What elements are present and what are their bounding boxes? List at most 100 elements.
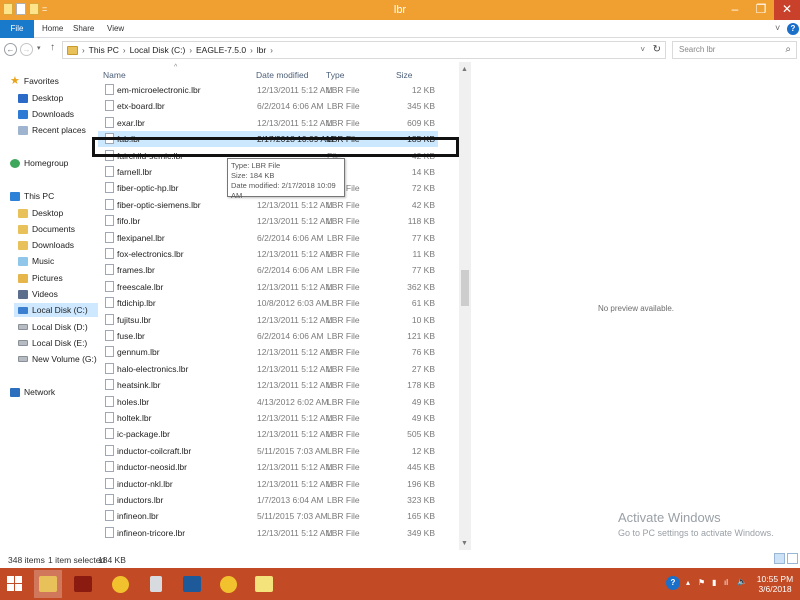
- file-row[interactable]: frames.lbr 6/2/2014 6:06 AM LBR File 77 KB: [98, 262, 438, 278]
- breadcrumb-separator[interactable]: ›: [270, 46, 273, 55]
- sidebar-item-this-pc[interactable]: This PC: [10, 189, 54, 203]
- sidebar-item-documents[interactable]: Documents: [18, 222, 75, 236]
- file-row[interactable]: freescale.lbr 12/13/2011 5:12 AM LBR File 3…: [98, 279, 438, 295]
- window-title: lbr: [393, 4, 407, 16]
- sidebar-item-network[interactable]: Network: [10, 385, 55, 399]
- file-row[interactable]: halo-electronics.lbr 12/13/2011 5:12 AM LB…: [98, 361, 438, 377]
- close-button[interactable]: ✕: [774, 0, 800, 20]
- breadcrumb-separator[interactable]: ›: [250, 46, 253, 55]
- recent-locations-icon[interactable]: ▾: [37, 44, 41, 52]
- file-row[interactable]: infineon.lbr 5/11/2015 7:03 AM LBR File 165…: [98, 508, 438, 524]
- file-row[interactable]: holes.lbr 4/13/2012 6:02 AM LBR File 49 KB: [98, 394, 438, 410]
- scroll-up-icon[interactable]: ▲: [461, 66, 468, 73]
- file-row[interactable]: fuse.lbr 6/2/2014 6:06 AM LBR File 121 KB: [98, 328, 438, 344]
- sidebar-item-local-disk-c[interactable]: Local Disk (C:): [14, 303, 98, 317]
- file-row[interactable]: fox-electronics.lbr 12/13/2011 5:12 AM LBR…: [98, 246, 438, 262]
- taskbar-sticky-notes[interactable]: [250, 570, 278, 598]
- minimize-button[interactable]: –: [722, 0, 748, 20]
- breadcrumb-separator[interactable]: ›: [82, 46, 85, 55]
- file-size: 77 KB: [411, 232, 435, 243]
- volume-icon[interactable]: 🔈: [737, 577, 747, 586]
- scroll-down-icon[interactable]: ▼: [461, 540, 468, 547]
- sidebar-item-downloads[interactable]: Downloads: [18, 238, 74, 252]
- breadcrumb-lbr[interactable]: lbr: [257, 45, 266, 55]
- search-input[interactable]: Search lbr ⌕: [672, 41, 797, 59]
- up-button[interactable]: ↑: [50, 42, 55, 53]
- sidebar-item-videos[interactable]: Videos: [18, 287, 58, 301]
- breadcrumb-separator[interactable]: ›: [123, 46, 126, 55]
- file-row[interactable]: flexipanel.lbr 6/2/2014 6:06 AM LBR File 77…: [98, 230, 438, 246]
- show-hidden-icons-icon[interactable]: ▴: [686, 578, 690, 587]
- back-button[interactable]: ←: [4, 43, 17, 56]
- file-row[interactable]: inductor-nkl.lbr 12/13/2011 5:12 AM LBR Fi…: [98, 476, 438, 492]
- file-icon: [105, 313, 114, 325]
- column-header-name[interactable]: Name: [103, 70, 126, 80]
- maximize-button[interactable]: ❐: [748, 0, 774, 20]
- file-row[interactable]: ftdichip.lbr 10/8/2012 6:03 AM LBR File 61 …: [98, 295, 438, 311]
- help-tray-icon[interactable]: ?: [666, 576, 680, 590]
- taskbar-app-window[interactable]: [178, 570, 206, 598]
- taskbar-chrome[interactable]: [106, 570, 134, 598]
- taskbar-acrobat[interactable]: [69, 570, 97, 598]
- sidebar-item-label: Network: [24, 387, 56, 397]
- forward-button[interactable]: →: [20, 43, 33, 56]
- sidebar-item-music[interactable]: Music: [18, 254, 54, 268]
- tab-home[interactable]: Home: [42, 20, 63, 38]
- address-bar[interactable]: › This PC › Local Disk (C:) › EAGLE-7.5.…: [62, 41, 666, 59]
- sidebar-item-new-volume-g[interactable]: New Volume (G:): [18, 352, 97, 366]
- file-row[interactable]: fifo.lbr 12/13/2011 5:12 AM LBR File 118 KB: [98, 213, 438, 229]
- file-row[interactable]: fujitsu.lbr 12/13/2011 5:12 AM LBR File 10 …: [98, 312, 438, 328]
- file-icon: [105, 494, 114, 505]
- breadcrumb-separator[interactable]: ›: [189, 46, 192, 55]
- vertical-scrollbar[interactable]: ▲ ▼: [459, 62, 471, 550]
- scroll-thumb[interactable]: [461, 270, 469, 306]
- sidebar-item-recent-places[interactable]: Recent places: [18, 123, 86, 137]
- sidebar-item-local-disk-d[interactable]: Local Disk (D:): [18, 320, 88, 334]
- action-center-flag-icon[interactable]: ⚑: [698, 578, 705, 587]
- sidebar-item-favorites-downloads[interactable]: Downloads: [18, 107, 74, 121]
- expand-ribbon-icon[interactable]: ˅: [775, 23, 780, 33]
- file-name: frames.lbr: [117, 265, 155, 276]
- file-row[interactable]: inductors.lbr 1/7/2013 6:04 AM LBR File 323…: [98, 492, 438, 508]
- column-header-date[interactable]: Date modified: [256, 70, 308, 80]
- file-row[interactable]: inductor-neosid.lbr 12/13/2011 5:12 AM LBR…: [98, 459, 438, 475]
- sidebar-item-desktop[interactable]: Desktop: [18, 206, 63, 220]
- file-row[interactable]: em-microelectronic.lbr 12/13/2011 5:12 AM…: [98, 82, 438, 98]
- taskbar-clock[interactable]: 10:55 PM 3/6/2018: [752, 574, 798, 594]
- taskbar-chrome-2[interactable]: [214, 570, 242, 598]
- breadcrumb-this-pc[interactable]: This PC: [89, 45, 119, 55]
- help-icon[interactable]: ?: [787, 23, 799, 35]
- file-size: 72 KB: [411, 183, 435, 194]
- sidebar-item-favorites-desktop[interactable]: Desktop: [18, 91, 63, 105]
- tab-file[interactable]: File: [0, 20, 34, 38]
- sidebar-item-favorites[interactable]: ★ Favorites: [10, 74, 59, 88]
- file-row[interactable]: infineon-tricore.lbr 12/13/2011 5:12 AM LB…: [98, 525, 438, 541]
- address-dropdown-icon[interactable]: ˅: [640, 45, 645, 54]
- breadcrumb-local-disk-c[interactable]: Local Disk (C:): [130, 45, 186, 55]
- tab-view[interactable]: View: [107, 20, 124, 38]
- taskbar-file-explorer[interactable]: [34, 570, 62, 598]
- refresh-icon[interactable]: ↻: [653, 44, 661, 55]
- sidebar-item-pictures[interactable]: Pictures: [18, 271, 63, 285]
- file-row[interactable]: inductor-coilcraft.lbr 5/11/2015 7:03 AM L…: [98, 443, 438, 459]
- large-icons-view-icon[interactable]: [787, 553, 798, 564]
- file-row[interactable]: etx-board.lbr 6/2/2014 6:06 AM LBR File 345…: [98, 98, 438, 114]
- file-row[interactable]: heatsink.lbr 12/13/2011 5:12 AM LBR File 17…: [98, 377, 438, 393]
- ribbon: File Home Share View ˅ ?: [0, 20, 800, 38]
- taskbar-calculator[interactable]: [142, 570, 170, 598]
- column-header-type[interactable]: Type: [326, 70, 344, 80]
- sidebar-item-local-disk-e[interactable]: Local Disk (E:): [18, 336, 87, 350]
- file-row[interactable]: exar.lbr 12/13/2011 5:12 AM LBR File 609 KB: [98, 115, 438, 131]
- tab-share[interactable]: Share: [73, 20, 94, 38]
- battery-icon[interactable]: ▮: [712, 578, 716, 587]
- column-header-size[interactable]: Size: [396, 70, 413, 80]
- wifi-icon[interactable]: ıl: [724, 578, 728, 587]
- start-button[interactable]: [7, 576, 23, 592]
- file-row[interactable]: ic-package.lbr 12/13/2011 5:12 AM LBR File…: [98, 426, 438, 442]
- file-row[interactable]: gennum.lbr 12/13/2011 5:12 AM LBR File 76 K…: [98, 344, 438, 360]
- search-icon[interactable]: ⌕: [785, 42, 791, 58]
- breadcrumb-eagle[interactable]: EAGLE-7.5.0: [196, 45, 246, 55]
- sidebar-item-homegroup[interactable]: Homegroup: [10, 156, 68, 170]
- file-row[interactable]: holtek.lbr 12/13/2011 5:12 AM LBR File 49 K…: [98, 410, 438, 426]
- details-view-icon[interactable]: [774, 553, 785, 564]
